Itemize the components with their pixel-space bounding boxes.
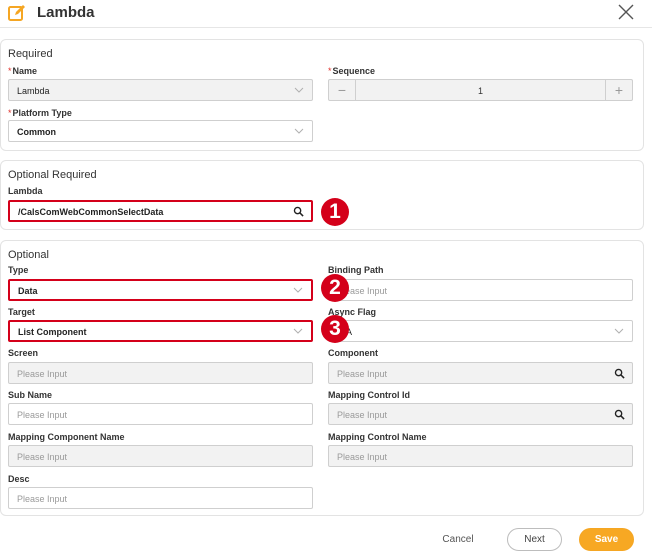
sequence-required-mark: * [328,66,332,76]
search-icon[interactable] [614,409,625,420]
mapping-component-name-placeholder: Please Input [17,452,68,462]
platform-type-label-text: Platform Type [12,108,72,118]
mapping-component-name-input[interactable]: Please Input [8,445,313,467]
chevron-down-icon [614,328,624,334]
mapping-control-name-input[interactable]: Please Input [328,445,633,467]
chevron-down-icon [294,128,304,134]
sequence-stepper[interactable]: − 1 + [328,79,633,101]
binding-path-input[interactable]: Please Input [328,279,633,301]
mapping-control-id-label: Mapping Control Id [328,390,410,400]
mapping-control-name-label: Mapping Control Name [328,432,427,442]
sequence-label-text: Sequence [332,66,376,76]
mapping-control-id-search-field[interactable]: Please Input [328,403,633,425]
annotation-marker-3: 3 [321,315,349,343]
component-label: Component [328,348,378,358]
name-required-mark: * [8,66,12,76]
desc-placeholder: Please Input [17,494,68,504]
target-value: List Component [18,327,87,337]
target-label: Target [8,307,35,317]
target-select[interactable]: List Component [8,320,313,342]
mapping-control-name-placeholder: Please Input [337,452,388,462]
annotation-marker-1: 1 [321,198,349,226]
chevron-down-icon [293,328,303,334]
name-label: *Name [8,66,37,76]
optional-section-title: Optional [8,249,49,261]
lambda-search-field[interactable]: /CalsComWebCommonSelectData [8,200,313,222]
screen-label: Screen [8,348,39,358]
dialog-title: Lambda [37,4,95,21]
platform-type-select[interactable]: Common [8,120,313,142]
platform-type-label: *Platform Type [8,108,72,118]
component-search-field[interactable]: Please Input [328,362,633,384]
dialog-header: Lambda [0,0,652,28]
sequence-label: *Sequence [328,66,375,76]
sequence-increment-button[interactable]: + [605,80,632,100]
sequence-value[interactable]: 1 [356,86,605,96]
chevron-down-icon [293,287,303,293]
desc-input[interactable]: Please Input [8,487,313,509]
sub-name-placeholder: Please Input [17,410,68,420]
sub-name-input[interactable]: Please Input [8,403,313,425]
sub-name-label: Sub Name [8,390,53,400]
desc-label: Desc [8,474,30,484]
close-icon[interactable] [615,1,637,23]
screen-placeholder: Please Input [17,369,68,379]
name-label-text: Name [12,66,38,76]
mapping-control-id-placeholder: Please Input [337,410,388,420]
search-icon[interactable] [614,368,625,379]
screen-input[interactable]: Please Input [8,362,313,384]
next-button[interactable]: Next [507,528,562,551]
platform-type-required-mark: * [8,108,12,118]
sequence-decrement-button[interactable]: − [329,80,356,100]
type-value: Data [18,286,38,296]
required-section-title: Required [8,48,53,60]
name-select[interactable]: Lambda [8,79,313,101]
cancel-button[interactable]: Cancel [430,528,486,551]
search-icon[interactable] [293,206,304,217]
component-placeholder: Please Input [337,369,388,379]
lambda-value: /CalsComWebCommonSelectData [18,207,164,217]
name-value: Lambda [17,86,50,96]
type-label: Type [8,265,29,275]
type-select[interactable]: Data [8,279,313,301]
annotation-marker-2: 2 [321,274,349,302]
platform-type-value: Common [17,127,56,137]
async-flag-select[interactable]: N/A [328,320,633,342]
optional-required-section-title: Optional Required [8,169,97,181]
edit-icon [8,5,25,21]
mapping-component-name-label: Mapping Component Name [8,432,125,442]
save-button[interactable]: Save [579,528,634,551]
lambda-label: Lambda [8,186,43,196]
chevron-down-icon [294,87,304,93]
